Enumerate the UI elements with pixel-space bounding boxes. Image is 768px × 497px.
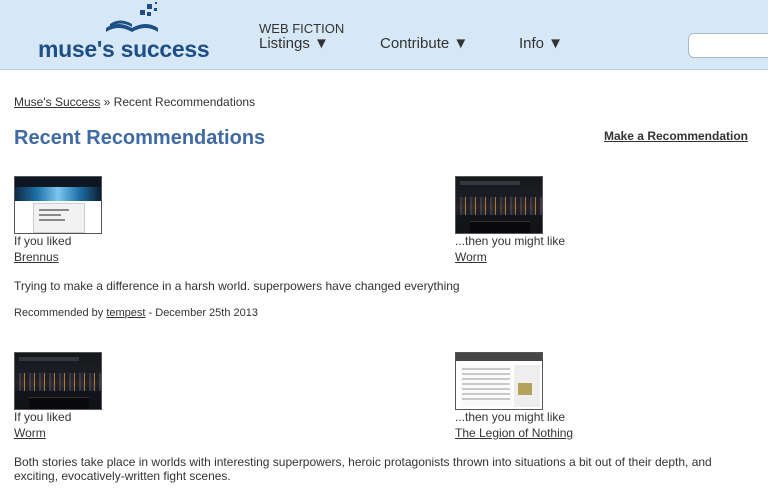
page-title: Recent Recommendations (14, 127, 266, 149)
breadcrumb-home-link[interactable]: Muse's Success (14, 95, 100, 109)
nav-listings[interactable]: Listings ▼ (259, 35, 329, 52)
recommended-by-label: Recommended by (14, 307, 107, 319)
logo-wordmark: muse's success (38, 36, 210, 62)
breadcrumb: Muse's Success » Recent Recommendations (14, 95, 255, 109)
site-logo[interactable]: muse's success (38, 2, 218, 66)
nav-contribute[interactable]: Contribute ▼ (380, 35, 468, 52)
recommender-link[interactable]: tempest (106, 307, 145, 319)
liked-story-link[interactable]: Worm (14, 426, 46, 440)
liked-story-block: If you liked Worm (14, 352, 314, 442)
breadcrumb-separator: » (100, 95, 114, 109)
recommendation-date: - December 25th 2013 (145, 307, 258, 319)
liked-story-block: If you liked Brennus (14, 176, 314, 266)
nav-section-label: WEB FICTION (259, 21, 345, 36)
suggested-story-link[interactable]: The Legion of Nothing (455, 426, 573, 440)
suggested-story-block: ...then you might like Worm (455, 176, 755, 266)
make-recommendation-link[interactable]: Make a Recommendation (604, 129, 748, 143)
liked-prefix: If you liked (14, 410, 72, 424)
recommendation-meta: Recommended by tempest - December 25th 2… (14, 307, 258, 319)
suggested-story-block: ...then you might like The Legion of Not… (455, 352, 755, 442)
recommendation-description: Trying to make a difference in a harsh w… (14, 279, 460, 293)
liked-prefix: If you liked (14, 234, 72, 248)
suggested-story-link[interactable]: Worm (455, 250, 487, 264)
story-thumbnail[interactable] (455, 352, 543, 410)
story-thumbnail[interactable] (14, 176, 102, 234)
recommendation-description: Both stories take place in worlds with i… (14, 455, 712, 483)
book-logo-icon (106, 2, 158, 32)
might-like-prefix: ...then you might like (455, 410, 566, 424)
breadcrumb-current: Recent Recommendations (113, 95, 256, 109)
nav-info[interactable]: Info ▼ (519, 35, 563, 52)
liked-story-link[interactable]: Brennus (14, 250, 59, 264)
story-thumbnail[interactable] (455, 176, 543, 234)
search-input[interactable] (688, 33, 768, 58)
site-header: muse's success WEB FICTION Listings ▼ Co… (0, 0, 768, 70)
might-like-prefix: ...then you might like (455, 234, 566, 248)
story-thumbnail[interactable] (14, 352, 102, 410)
